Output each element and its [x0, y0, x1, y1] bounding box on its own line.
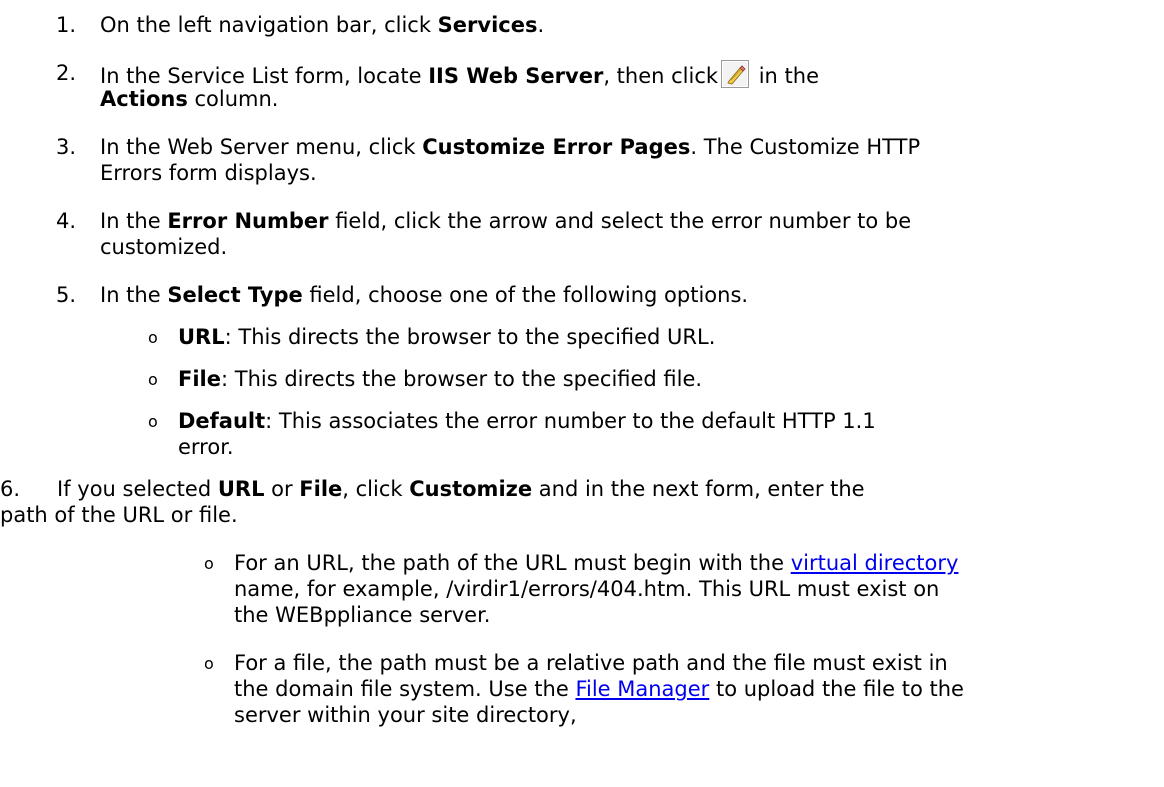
- option-url: URL: This directs the browser to the spe…: [178, 325, 716, 349]
- step-6-text: If you selected URL or File, click Custo…: [57, 477, 865, 501]
- option-default: Default: This associates the error numbe…: [178, 409, 876, 433]
- step-3-text: In the Web Server menu, click Customize …: [100, 135, 921, 159]
- step-6-text-line2: path of the URL or file.: [0, 503, 238, 527]
- bullet-icon: o: [204, 654, 214, 673]
- note-file-line1: For a file, the path must be a relative …: [234, 651, 948, 675]
- step-2-text: In the Service List form, locate IIS Web…: [100, 60, 819, 89]
- bullet-icon: o: [148, 328, 158, 347]
- note-file-line3: server within your site directory,: [234, 703, 577, 727]
- edit-pencil-icon[interactable]: [721, 60, 750, 88]
- step-3-text-line2: Errors form displays.: [100, 161, 317, 185]
- step-number: 2.: [56, 61, 77, 85]
- note-url-line1: For an URL, the path of the URL must beg…: [234, 551, 959, 575]
- option-default-line2: error.: [178, 435, 234, 459]
- bullet-icon: o: [148, 412, 158, 431]
- step-number: 3.: [56, 135, 77, 159]
- step-2-text-line2: Actions column.: [100, 87, 279, 111]
- note-url-line3: the WEBppliance server.: [234, 603, 491, 627]
- bullet-icon: o: [204, 554, 214, 573]
- step-number: 1.: [56, 13, 77, 37]
- note-file-line2: the domain file system. Use the File Man…: [234, 677, 964, 701]
- option-file: File: This directs the browser to the sp…: [178, 367, 703, 391]
- file-manager-link[interactable]: File Manager: [575, 677, 709, 701]
- step-number: 6.: [0, 477, 21, 501]
- step-number: 5.: [56, 283, 77, 307]
- step-1-text: On the left navigation bar, click Servic…: [100, 13, 545, 37]
- step-number: 4.: [56, 209, 77, 233]
- note-url-line2: name, for example, /virdir1/errors/404.h…: [234, 577, 940, 601]
- step-4-text-line2: customized.: [100, 235, 228, 259]
- step-5-text: In the Select Type field, choose one of …: [100, 283, 749, 307]
- bullet-icon: o: [148, 370, 158, 389]
- step-4-text: In the Error Number field, click the arr…: [100, 209, 912, 233]
- virtual-directory-link[interactable]: virtual directory: [791, 551, 959, 575]
